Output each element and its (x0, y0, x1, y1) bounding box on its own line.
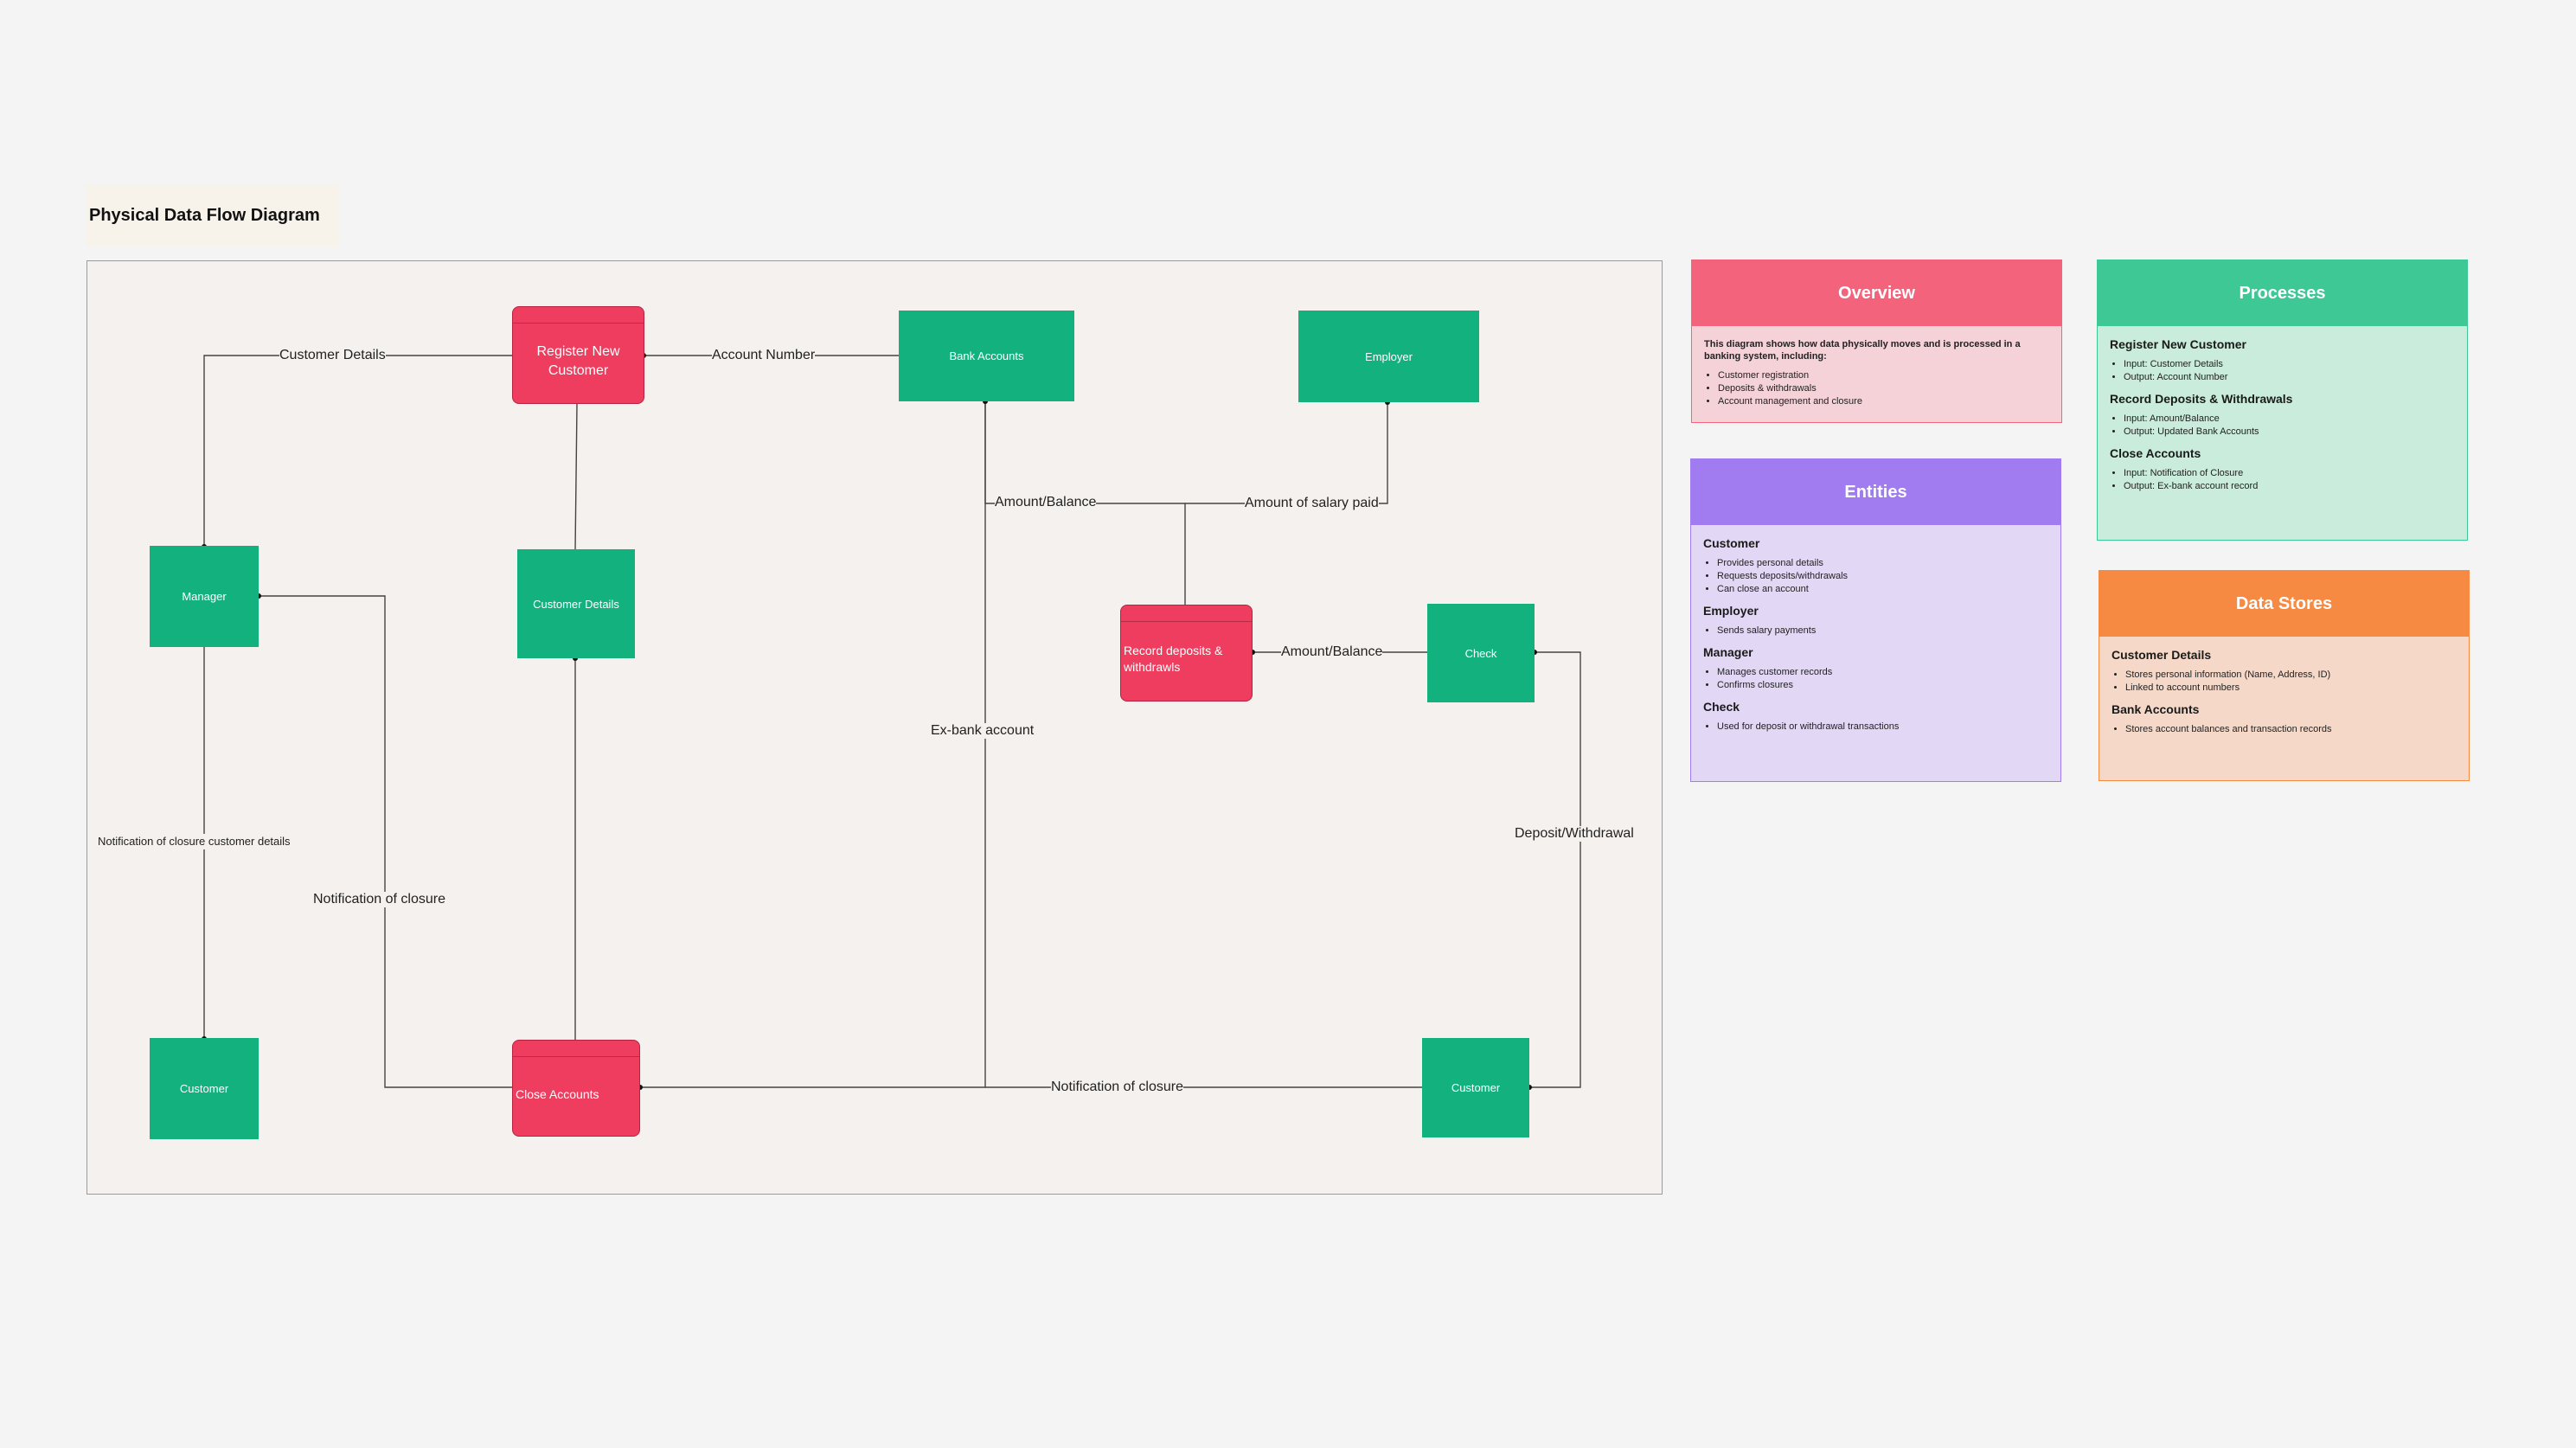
group-heading: Customer (1703, 536, 1760, 550)
entities-card-title: Entities (1691, 459, 2060, 525)
list-item: Output: Ex-bank account record (2124, 480, 2455, 493)
edge-label-customer-details: Customer Details (279, 348, 386, 363)
entity-check[interactable]: Check (1427, 604, 1535, 702)
group-heading: Record Deposits & Withdrawals (2110, 392, 2293, 406)
list-item: Input: Notification of Closure (2124, 467, 2455, 480)
processes-card-title: Processes (2098, 260, 2467, 326)
list-item: Input: Customer Details (2124, 358, 2455, 371)
group-heading: Customer Details (2111, 648, 2212, 662)
list-item: Sends salary payments (1717, 625, 2048, 638)
edge-label-ex-bank: Ex-bank account (931, 723, 1035, 739)
entity-bank-accounts[interactable]: Bank Accounts (899, 311, 1074, 401)
list-item: Output: Updated Bank Accounts (2124, 426, 2455, 439)
entity-employer[interactable]: Employer (1298, 311, 1479, 402)
list-item: Output: Account Number (2124, 371, 2455, 384)
list-item: Input: Amount/Balance (2124, 413, 2455, 426)
overview-card-title: Overview (1692, 260, 2061, 326)
overview-list: Customer registration Deposits & withdra… (1704, 369, 2049, 408)
list-item: Provides personal details (1717, 557, 2048, 570)
group-heading: Manager (1703, 645, 1753, 659)
edge-label-amount-balance-top: Amount/Balance (995, 495, 1097, 510)
entity-customer-left[interactable]: Customer (150, 1038, 259, 1139)
list-item: Used for deposit or withdrawal transacti… (1717, 721, 2048, 734)
group-heading: Register New Customer (2110, 337, 2246, 351)
edge-label-salary: Amount of salary paid (1245, 496, 1379, 511)
overview-card-body: This diagram shows how data physically m… (1692, 326, 2061, 426)
group-heading: Employer (1703, 604, 1759, 618)
store-customer-details[interactable]: Customer Details (517, 549, 635, 658)
list-item: Manages customer records (1717, 666, 2048, 679)
edge-label-amount-balance-mid: Amount/Balance (1281, 644, 1383, 660)
edge-label-deposit-withdrawal: Deposit/Withdrawal (1515, 826, 1634, 842)
list-item: Stores account balances and transaction … (2125, 723, 2457, 736)
data-stores-card-title: Data Stores (2099, 571, 2469, 637)
edge-label-account-number: Account Number (712, 348, 816, 363)
overview-card: Overview This diagram shows how data phy… (1691, 259, 2062, 423)
process-record-deposits[interactable]: Record deposits & withdrawls (1120, 605, 1253, 702)
list-item: Stores personal information (Name, Addre… (2125, 669, 2457, 682)
processes-card: Processes Register New Customer Input: C… (2097, 259, 2468, 541)
edge-label-closure-customer-details: Notification of closure customer details (98, 834, 291, 849)
list-item: Customer registration (1718, 369, 2049, 382)
list-item: Can close an account (1717, 583, 2048, 596)
entity-manager[interactable]: Manager (150, 546, 259, 647)
edge-label-notification-closure-left: Notification of closure (313, 892, 445, 907)
list-item: Deposits & withdrawals (1718, 382, 2049, 395)
entities-card-body: Customer Provides personal detailsReques… (1691, 525, 2060, 751)
process-close-accounts[interactable]: Close Accounts (512, 1040, 640, 1137)
list-item: Linked to account numbers (2125, 682, 2457, 695)
overview-intro: This diagram shows how data physically m… (1704, 339, 2021, 362)
list-item: Requests deposits/withdrawals (1717, 570, 2048, 583)
data-stores-card: Data Stores Customer Details Stores pers… (2099, 570, 2470, 781)
data-stores-card-body: Customer Details Stores personal informa… (2099, 637, 2469, 753)
edge-label-notification-closure-bottom: Notification of closure (1051, 1080, 1183, 1095)
group-heading: Close Accounts (2110, 446, 2201, 460)
list-item: Confirms closures (1717, 679, 2048, 692)
diagram-title: Physical Data Flow Diagram (86, 184, 338, 247)
processes-card-body: Register New Customer Input: Customer De… (2098, 326, 2467, 510)
group-heading: Bank Accounts (2111, 702, 2200, 716)
list-item: Account management and closure (1718, 395, 2049, 408)
entity-customer-right[interactable]: Customer (1422, 1038, 1529, 1137)
group-heading: Check (1703, 700, 1740, 714)
process-register-new-customer[interactable]: Register New Customer (512, 306, 644, 404)
entities-card: Entities Customer Provides personal deta… (1690, 458, 2061, 782)
